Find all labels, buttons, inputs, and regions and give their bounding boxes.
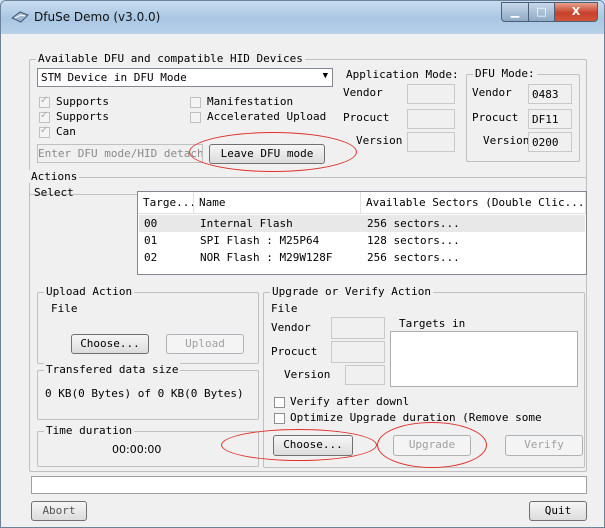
app-vendor-label: Vendor xyxy=(343,86,383,99)
row-name: Internal Flash xyxy=(200,217,293,230)
upgrade-vendor-label: Vendor xyxy=(271,321,311,334)
maximize-button[interactable]: □ xyxy=(528,2,555,22)
transfer-text: 0 KB(0 Bytes) of 0 KB(0 Bytes) xyxy=(45,387,244,400)
optimize-label: Optimize Upgrade duration (Remove some xyxy=(290,411,542,424)
accelerated-upload-checkbox[interactable] xyxy=(190,112,201,123)
table-row[interactable]: 01 SPI Flash : M25P64 128 sectors... xyxy=(139,232,585,249)
enter-dfu-field: Enter DFU mode/HID detach xyxy=(37,144,203,163)
verify-button[interactable]: Verify xyxy=(505,435,583,456)
row-name: NOR Flash : M29W128F xyxy=(200,251,333,264)
app-procuct-label: Procuct xyxy=(343,111,390,124)
row-target: 00 xyxy=(144,217,158,230)
dfu-procuct-label: Procuct xyxy=(472,111,519,124)
supports-label-1: Supports xyxy=(56,95,109,108)
row-name: SPI Flash : M25P64 xyxy=(200,234,320,247)
dfuse-window: DfuSe Demo (v3.0.0) ▁ □ X Available DFU … xyxy=(0,0,605,528)
title-bar[interactable]: DfuSe Demo (v3.0.0) ▁ □ X xyxy=(1,1,604,34)
app-procuct-field xyxy=(407,109,455,129)
abort-button[interactable]: Abort xyxy=(31,501,87,521)
upgrade-choose-button[interactable]: Choose... xyxy=(273,435,353,456)
table-row[interactable]: 02 NOR Flash : M29W128F 256 sectors... xyxy=(139,249,585,266)
column-header-name[interactable]: Name xyxy=(194,192,361,214)
dfu-version-label: Version xyxy=(483,134,530,147)
dfu-version-field: 0200 xyxy=(528,132,572,152)
app-version-field xyxy=(407,132,455,152)
targets-in-list[interactable] xyxy=(390,331,578,387)
upgrade-group-label: Upgrade or Verify Action xyxy=(270,285,433,298)
device-select-value: STM Device in DFU Mode xyxy=(41,71,187,84)
progress-bar xyxy=(31,476,587,494)
dfu-procuct-field: DF11 xyxy=(528,109,572,129)
app-mode-label: Application Mode: xyxy=(346,68,459,81)
device-select[interactable]: STM Device in DFU Mode ▼ xyxy=(37,68,333,87)
supports-label-2: Supports xyxy=(56,110,109,123)
time-group-label: Time duration xyxy=(44,424,135,437)
column-header-target[interactable]: Targe... xyxy=(138,192,194,214)
dfu-mode-label: DFU Mode: xyxy=(473,67,537,80)
table-row[interactable]: 00 Internal Flash 256 sectors... xyxy=(139,215,585,232)
window-title: DfuSe Demo (v3.0.0) xyxy=(34,10,161,24)
upgrade-file-label: File xyxy=(271,302,298,315)
upload-action-label: Upload Action xyxy=(44,285,135,298)
manifestation-label: Manifestation xyxy=(207,95,294,108)
can-checkbox[interactable] xyxy=(39,125,50,138)
leave-dfu-button[interactable]: Leave DFU mode xyxy=(209,144,325,164)
supports-checkbox-1[interactable] xyxy=(39,95,50,108)
upgrade-version-label: Version xyxy=(284,368,331,381)
accelerated-upload-label: Accelerated Upload xyxy=(207,110,327,123)
column-header-sectors[interactable]: Available Sectors (Double Clic... xyxy=(361,192,586,214)
app-vendor-field xyxy=(407,84,455,104)
enter-dfu-text: Enter DFU mode/HID detach xyxy=(38,147,203,160)
close-button[interactable]: X xyxy=(554,2,598,22)
dfu-vendor-field: 0483 xyxy=(528,84,572,104)
app-icon xyxy=(11,11,29,23)
optimize-checkbox[interactable] xyxy=(274,413,285,424)
upgrade-procuct-label: Procuct xyxy=(271,345,318,358)
verify-after-label: Verify after downl xyxy=(290,395,410,408)
row-sectors: 128 sectors... xyxy=(367,234,460,247)
upload-file-label: File xyxy=(51,302,78,315)
time-value: 00:00:00 xyxy=(112,443,162,456)
upload-button[interactable]: Upload xyxy=(166,334,244,354)
devices-group-label: Available DFU and compatible HID Devices xyxy=(36,52,305,65)
targets-in-label: Targets in xyxy=(399,317,466,330)
app-version-label: Version xyxy=(356,134,403,147)
minimize-button[interactable]: ▁ xyxy=(501,2,529,22)
chevron-down-icon: ▼ xyxy=(322,71,328,81)
upgrade-button[interactable]: Upgrade xyxy=(393,435,471,456)
supports-checkbox-2[interactable] xyxy=(39,110,50,123)
targets-list[interactable]: Targe... Name Available Sectors (Double … xyxy=(137,191,587,275)
upgrade-vendor-field xyxy=(331,317,385,339)
select-label: Select xyxy=(34,186,74,199)
manifestation-checkbox[interactable] xyxy=(190,97,201,108)
transfer-group-label: Transfered data size xyxy=(44,363,181,376)
client-area: Available DFU and compatible HID Devices… xyxy=(9,34,596,521)
dfu-vendor-label: Vendor xyxy=(472,86,512,99)
row-sectors: 256 sectors... xyxy=(367,217,460,230)
upload-choose-button[interactable]: Choose... xyxy=(71,334,149,354)
upgrade-procuct-field xyxy=(331,341,385,363)
row-target: 01 xyxy=(144,234,158,247)
quit-button[interactable]: Quit xyxy=(529,501,587,521)
can-label: Can xyxy=(56,125,76,138)
verify-after-checkbox[interactable] xyxy=(274,397,285,408)
row-sectors: 256 sectors... xyxy=(367,251,460,264)
row-target: 02 xyxy=(144,251,158,264)
upgrade-version-field xyxy=(345,365,385,385)
actions-group-label: Actions xyxy=(29,170,80,183)
